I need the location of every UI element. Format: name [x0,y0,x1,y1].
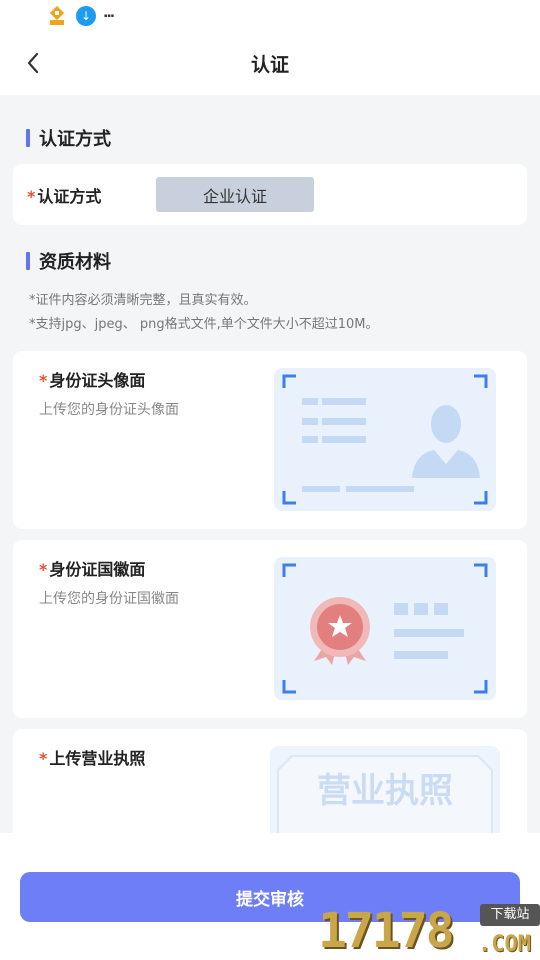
status-bar: ↓ ▪▪▪ [0,0,540,32]
watermark-digits: 17178 [318,903,454,959]
hint-text-1: *证件内容必须清晰完整，且真实有效。 [29,293,257,308]
app-small-notification-icon: ▪▪▪ [104,13,115,19]
section-title-text: 认证方式 [39,129,111,150]
upload-card-id-emblem: * 身份证国徽面 上传您的身份证国徽面 [13,540,527,718]
section-title-materials: 资质材料 [26,250,111,273]
upload-title: * 上传营业执照 [39,745,145,769]
upload-subtitle: 上传您的身份证头像面 [39,402,179,418]
required-mark: * [39,560,48,579]
method-select-chip[interactable]: 企业认证 [156,177,314,212]
upload-id-emblem-button[interactable] [274,557,496,700]
nav-bar: 认证 [0,32,540,95]
method-label-text: 认证方式 [37,187,102,206]
id-card-front-icon [282,374,488,505]
license-placeholder-text: 营业执照 [317,771,453,811]
method-card: * 认证方式 企业认证 [13,164,527,225]
required-mark: * [39,749,48,768]
download-notification-icon: ↓ [76,6,96,26]
upload-title-text: 上传营业执照 [49,749,146,768]
method-label: * 认证方式 [27,183,101,207]
upload-card-id-front: * 身份证头像面 上传您的身份证头像面 [13,351,527,529]
watermark-tag: 下载站 [480,904,540,926]
section-bar [26,252,30,270]
watermark-logo: 17178 .COM 下载站 [318,902,540,960]
id-card-emblem-icon [282,563,488,694]
upload-title: * 身份证国徽面 [39,556,145,580]
hint-text-2: *支持jpg、jpeg、 png格式文件,单个文件大小不超过10M。 [29,317,379,332]
required-mark: * [27,187,36,206]
page-title: 认证 [250,54,289,76]
section-title-text: 资质材料 [39,252,111,273]
section-title-method: 认证方式 [26,127,111,150]
upload-title-text: 身份证头像面 [49,371,146,390]
upload-title-text: 身份证国徽面 [49,560,146,579]
upload-subtitle: 上传您的身份证国徽面 [39,591,179,607]
watermark-suffix: .COM [478,932,531,957]
upload-id-front-button[interactable] [274,368,496,511]
upload-title: * 身份证头像面 [39,367,145,391]
section-bar [26,129,30,147]
required-mark: * [39,371,48,390]
app-notification-icon [47,5,67,26]
